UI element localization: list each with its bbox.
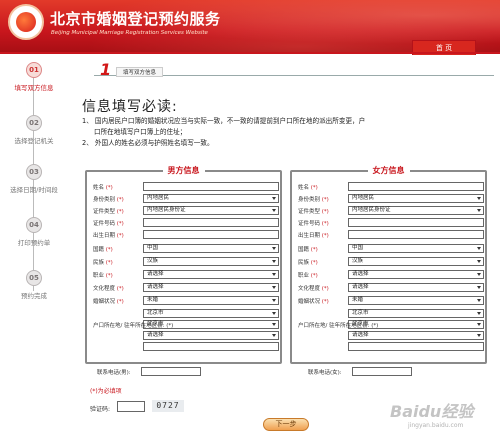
male-info-panel: 男方信息 姓名 (*) 身份类别 (*) 内地居民 证件类型 (*) 内地居民身份证…: [85, 165, 282, 364]
female-birth-input[interactable]: [348, 230, 484, 239]
female-phone-row: 联系电话(女):: [308, 367, 412, 376]
female-marital-select[interactable]: 未婚: [348, 296, 484, 305]
label-edu: 文化程度 (*): [298, 286, 329, 292]
male-region-select[interactable]: 内地居民: [143, 194, 279, 203]
step-label: 选择日期/时间段: [10, 186, 58, 194]
male-marital-select[interactable]: 未婚: [143, 296, 279, 305]
panel-title: 女方信息: [367, 165, 410, 176]
male-edu-select[interactable]: 请选择: [143, 283, 279, 292]
watermark: Baidu经验 jingyan.baidu.com: [390, 402, 474, 429]
label-addr: 户口所在地/ 驻年所在地区县: (*): [298, 323, 379, 329]
female-addr-district[interactable]: 请选择: [348, 331, 484, 340]
step-number: 05: [26, 270, 42, 286]
step-3: 03 选择日期/时间段: [0, 164, 68, 194]
label-idno: 证件号码 (*): [93, 221, 124, 227]
step-banner: 1 填写双方信息: [94, 60, 494, 79]
label-name: 姓名 (*): [93, 185, 113, 191]
male-phone-input[interactable]: [141, 367, 201, 376]
captcha-label: 验证码:: [90, 406, 111, 413]
label-addr: 户口所在地/ 驻年所在地区县: (*): [93, 323, 174, 329]
notice-line-1b: 口所在地填写户口簿上的住址；: [94, 128, 187, 136]
female-job-select[interactable]: 请选择: [348, 270, 484, 279]
male-phone-label: 联系电话(男):: [97, 370, 131, 376]
label-nation: 国籍 (*): [93, 247, 113, 253]
female-edu-select[interactable]: 请选择: [348, 283, 484, 292]
label-region: 身份类别 (*): [298, 197, 329, 203]
site-logo: [8, 4, 44, 40]
label-idtype: 证件类型 (*): [298, 209, 329, 215]
female-info-panel: 女方信息 姓名 (*) 身份类别 (*) 内地居民 证件类型 (*) 内地居民身份证…: [290, 165, 487, 364]
step-number: 01: [26, 62, 42, 78]
label-birth: 出生日期 (*): [93, 233, 124, 239]
site-header: 北京市婚姻登记预约服务 Beijing Municipal Marriage R…: [0, 0, 500, 55]
label-region: 身份类别 (*): [93, 197, 124, 203]
male-nation-select[interactable]: 中国: [143, 244, 279, 253]
banner-step-text: 填写双方信息: [116, 67, 164, 77]
female-nation-select[interactable]: 中国: [348, 244, 484, 253]
male-ethnic-select[interactable]: 汉族: [143, 257, 279, 266]
step-number: 03: [26, 164, 42, 180]
step-label: 选择登记机关: [14, 137, 54, 145]
banner-step-number: 1: [100, 60, 112, 79]
female-idno-input[interactable]: [348, 218, 484, 227]
female-phone-label: 联系电话(女):: [308, 370, 342, 376]
panel-title: 男方信息: [162, 165, 205, 176]
label-idtype: 证件类型 (*): [93, 209, 124, 215]
label-nation: 国籍 (*): [298, 247, 318, 253]
male-addr-district[interactable]: 请选择: [143, 331, 279, 340]
step-number: 04: [26, 217, 42, 233]
female-addr-detail[interactable]: [348, 342, 484, 351]
next-step-button[interactable]: 下一步: [263, 418, 309, 431]
label-job: 职业 (*): [298, 273, 318, 279]
step-1: 01 填写双方信息: [0, 62, 68, 92]
male-job-select[interactable]: 请选择: [143, 270, 279, 279]
female-idtype-select[interactable]: 内地居民身份证: [348, 206, 484, 215]
male-addr-detail[interactable]: [143, 342, 279, 351]
notice-title: 信息填写必读:: [82, 99, 178, 115]
male-idno-input[interactable]: [143, 218, 279, 227]
female-name-input[interactable]: [348, 182, 484, 191]
label-idno: 证件号码 (*): [298, 221, 329, 227]
captcha-input[interactable]: [117, 401, 145, 412]
notice-line-1: 1、 国内居民户口簿的婚姻状况应当与实际一致，不一致的请提前到户口所在地的派出所…: [82, 117, 366, 125]
female-addr-province[interactable]: 北京市: [348, 309, 484, 318]
female-phone-input[interactable]: [352, 367, 412, 376]
step-label: 预约完成: [21, 292, 47, 300]
male-birth-input[interactable]: [143, 230, 279, 239]
step-2: 02 选择登记机关: [0, 115, 68, 145]
site-subtitle: Beijing Municipal Marriage Registration …: [51, 30, 208, 36]
label-marital: 婚姻状况 (*): [298, 299, 329, 305]
step-5: 05 预约完成: [0, 270, 68, 300]
male-name-input[interactable]: [143, 182, 279, 191]
site-title: 北京市婚姻登记预约服务: [50, 10, 221, 28]
label-edu: 文化程度 (*): [93, 286, 124, 292]
female-region-select[interactable]: 内地居民: [348, 194, 484, 203]
male-idtype-select[interactable]: 内地居民身份证: [143, 206, 279, 215]
label-job: 职业 (*): [93, 273, 113, 279]
female-ethnic-select[interactable]: 汉族: [348, 257, 484, 266]
label-ethnic: 民族 (*): [93, 260, 113, 266]
step-number: 02: [26, 115, 42, 131]
label-marital: 婚姻状况 (*): [93, 299, 124, 305]
label-name: 姓名 (*): [298, 185, 318, 191]
label-birth: 出生日期 (*): [298, 233, 329, 239]
male-addr-province[interactable]: 北京市: [143, 309, 279, 318]
label-ethnic: 民族 (*): [298, 260, 318, 266]
step-4: 04 打印预约单: [0, 217, 68, 247]
notice-text: 1、 国内居民户口簿的婚姻状况应当与实际一致，不一致的请提前到户口所在地的派出所…: [82, 116, 492, 149]
step-label: 打印预约单: [17, 239, 51, 247]
male-phone-row: 联系电话(男):: [97, 367, 201, 376]
notice-line-2: 2、 外国人的姓名必须与护照姓名填写一致。: [82, 139, 214, 147]
captcha-image[interactable]: 0727: [152, 400, 184, 412]
step-label: 填写双方信息: [14, 84, 54, 92]
required-note: (*)为必填项: [90, 388, 122, 395]
